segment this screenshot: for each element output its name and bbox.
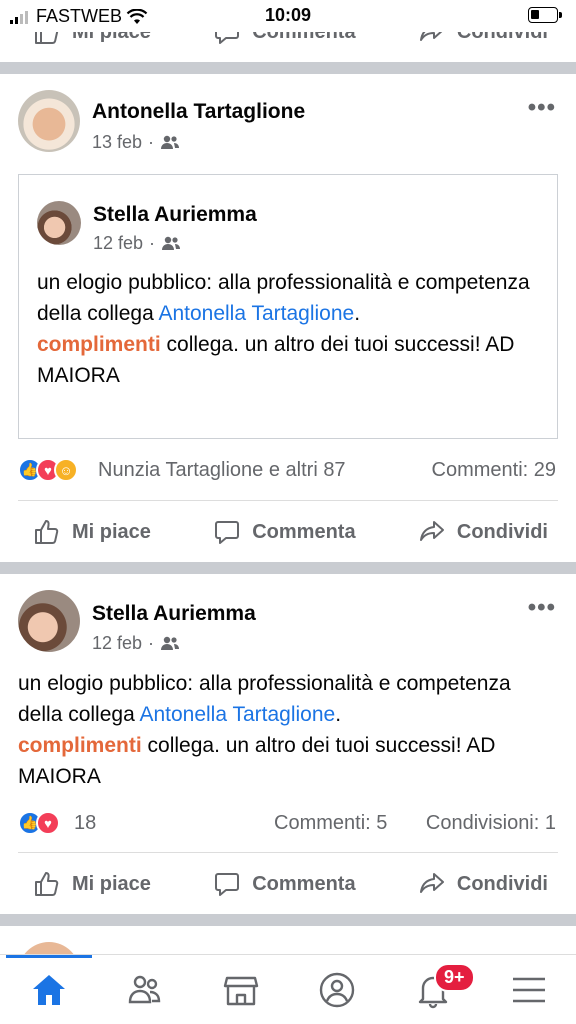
post-meta: 13 feb · bbox=[92, 132, 180, 153]
shared-post-date[interactable]: 12 feb bbox=[93, 233, 143, 254]
comment-label: Commenta bbox=[252, 32, 355, 44]
post-date[interactable]: 12 feb bbox=[92, 633, 142, 654]
comments-count[interactable]: Commenti: 29 bbox=[432, 459, 557, 482]
divider bbox=[18, 500, 558, 501]
more-options-icon[interactable]: ••• bbox=[528, 594, 556, 622]
clock: 10:09 bbox=[264, 5, 312, 25]
comment-label: Commenta bbox=[252, 872, 356, 895]
menu-icon bbox=[513, 977, 545, 1003]
reactions-summary[interactable]: Nunzia Tartaglione e altri 87 bbox=[98, 459, 346, 482]
divider bbox=[18, 852, 558, 853]
highlight-word: complimenti bbox=[37, 333, 161, 356]
author-name[interactable]: Stella Auriemma bbox=[92, 602, 256, 626]
share-label: Condividi bbox=[457, 32, 548, 44]
post-date[interactable]: 13 feb bbox=[92, 132, 142, 153]
comment-button[interactable]: Commenta bbox=[212, 32, 356, 47]
text-segment: . bbox=[354, 302, 361, 325]
tab-profile[interactable] bbox=[312, 965, 362, 1015]
like-button[interactable]: Mi piace bbox=[32, 32, 151, 47]
avatar[interactable] bbox=[18, 90, 80, 152]
post-text: un elogio pubblico: alla professionalità… bbox=[18, 668, 558, 792]
like-label: Mi piace bbox=[72, 32, 151, 44]
author-name[interactable]: Antonella Tartaglione bbox=[92, 100, 305, 124]
comment-button[interactable]: Commenta bbox=[212, 869, 356, 899]
shared-post-text: un elogio pubblico: alla professionalità… bbox=[37, 267, 537, 391]
text-segment: . bbox=[335, 703, 342, 726]
reactions-count[interactable]: 18 bbox=[74, 812, 96, 835]
post-actions: Mi piace Commenta Condividi bbox=[0, 504, 576, 560]
tab-menu[interactable] bbox=[504, 965, 554, 1015]
share-button[interactable]: Condividi bbox=[417, 32, 548, 47]
comments-count[interactable]: Commenti: 5 bbox=[274, 812, 387, 835]
friends-icon bbox=[128, 975, 161, 1004]
thumbs-up-icon bbox=[35, 520, 59, 544]
notification-badge: 9+ bbox=[434, 963, 475, 992]
reaction-icons[interactable]: 👍 ♥ ☺ bbox=[18, 458, 78, 482]
friends-audience-icon bbox=[162, 236, 181, 250]
shared-author-name[interactable]: Stella Auriemma bbox=[93, 203, 257, 227]
care-reaction-icon: ☺ bbox=[54, 458, 78, 482]
post-actions: Mi piace Commenta Condividi bbox=[0, 856, 576, 912]
post-card-1: Antonella Tartaglione 13 feb · ••• Stella… bbox=[0, 74, 576, 562]
thumbs-up-icon bbox=[35, 32, 59, 44]
share-button[interactable]: Condividi bbox=[417, 869, 548, 899]
comment-icon bbox=[215, 32, 240, 44]
shared-author-avatar[interactable] bbox=[37, 201, 81, 245]
bottom-nav: 9+ bbox=[0, 954, 576, 1024]
post-meta: 12 feb · bbox=[92, 633, 180, 654]
share-icon bbox=[419, 521, 444, 541]
comment-icon bbox=[215, 521, 240, 544]
like-label: Mi piace bbox=[72, 872, 151, 895]
like-button[interactable]: Mi piace bbox=[32, 869, 151, 899]
shared-post[interactable]: Stella Auriemma 12 feb · un elogio pubbli… bbox=[18, 174, 558, 439]
tab-marketplace[interactable] bbox=[216, 965, 266, 1015]
share-label: Condividi bbox=[456, 872, 548, 895]
comment-button[interactable]: Commenta bbox=[212, 517, 356, 547]
home-icon bbox=[33, 975, 65, 1005]
share-icon bbox=[419, 873, 444, 893]
like-label: Mi piace bbox=[72, 520, 151, 543]
reaction-icons[interactable]: 👍 ♥ bbox=[18, 811, 60, 835]
previous-post-actions: Mi piace Commenta Condividi bbox=[0, 32, 576, 62]
love-reaction-icon: ♥ bbox=[36, 811, 60, 835]
next-post-peek bbox=[0, 926, 576, 1004]
more-options-icon[interactable]: ••• bbox=[528, 94, 556, 122]
avatar[interactable] bbox=[18, 590, 80, 652]
share-icon bbox=[419, 32, 443, 41]
battery-icon bbox=[528, 7, 562, 23]
active-tab-indicator bbox=[6, 955, 92, 958]
profile-icon bbox=[319, 972, 355, 1008]
tab-home[interactable] bbox=[24, 965, 74, 1015]
share-button[interactable]: Condividi bbox=[417, 517, 548, 547]
mention-link[interactable]: Antonella Tartaglione bbox=[158, 302, 354, 325]
like-button[interactable]: Mi piace bbox=[32, 517, 151, 547]
post-card-2: Stella Auriemma 12 feb · ••• un elogio pu… bbox=[0, 574, 576, 914]
thumbs-up-icon bbox=[35, 872, 59, 896]
tab-friends[interactable] bbox=[120, 965, 170, 1015]
friends-audience-icon bbox=[161, 636, 180, 650]
friends-audience-icon bbox=[161, 135, 180, 149]
mention-link[interactable]: Antonella Tartaglione bbox=[139, 703, 335, 726]
comment-label: Commenta bbox=[252, 520, 356, 543]
share-label: Condividi bbox=[456, 520, 548, 543]
comment-icon bbox=[215, 873, 240, 896]
shared-post-meta: 12 feb · bbox=[93, 233, 181, 254]
marketplace-icon bbox=[223, 976, 259, 1006]
status-bar: FASTWEB 10:09 bbox=[0, 0, 576, 32]
highlight-word: complimenti bbox=[18, 734, 142, 757]
shares-count[interactable]: Condivisioni: 1 bbox=[426, 812, 556, 835]
